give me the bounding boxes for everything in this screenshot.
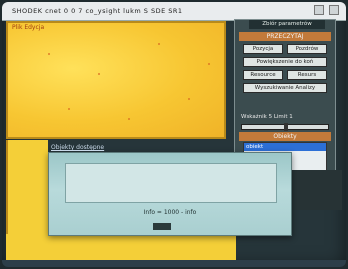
main-canvas[interactable]: Plik Edycja [6,21,226,139]
list-item[interactable]: obiekt [244,143,326,151]
window-title: SHODEK cnet 0 0 7 co_ysight lukm S SDE S… [12,7,183,15]
close-icon[interactable] [329,5,339,15]
dialog-ok-button[interactable] [153,223,171,230]
zoom-to-end-button[interactable]: Powiększenie do koń [243,57,327,67]
greet-button[interactable]: Pozdrów [287,44,327,54]
dialog-title: Objekty dostępne [51,144,105,151]
dialog[interactable]: Objekty dostępne Info = 1000 - info [48,144,292,236]
resource-button[interactable]: Resource [243,70,283,80]
minimize-icon[interactable] [314,5,324,15]
panel-header: Zbiór parametrów [249,20,325,29]
canvas-label: Plik Edycja [12,24,45,31]
slider-thumb[interactable] [284,123,288,131]
dialog-content [65,163,277,203]
section-title: PRZECZYTAJ [239,32,331,41]
bottom-strip [6,234,236,262]
position-button[interactable]: Pozycja [243,44,283,54]
level-slider[interactable] [241,123,329,131]
dialog-caption: Info = 1000 - info [143,209,197,216]
search-analysis-button[interactable]: Wyszukiwanie Analizy [243,83,327,93]
list-title: Obiekty [239,132,331,141]
resurs-button[interactable]: Resurs [287,70,327,80]
status-bar [2,260,346,267]
screen: SHODEK cnet 0 0 7 co_ysight lukm S SDE S… [2,2,346,267]
slider-label: Wskażnik 5 Limit 1 [241,114,293,120]
